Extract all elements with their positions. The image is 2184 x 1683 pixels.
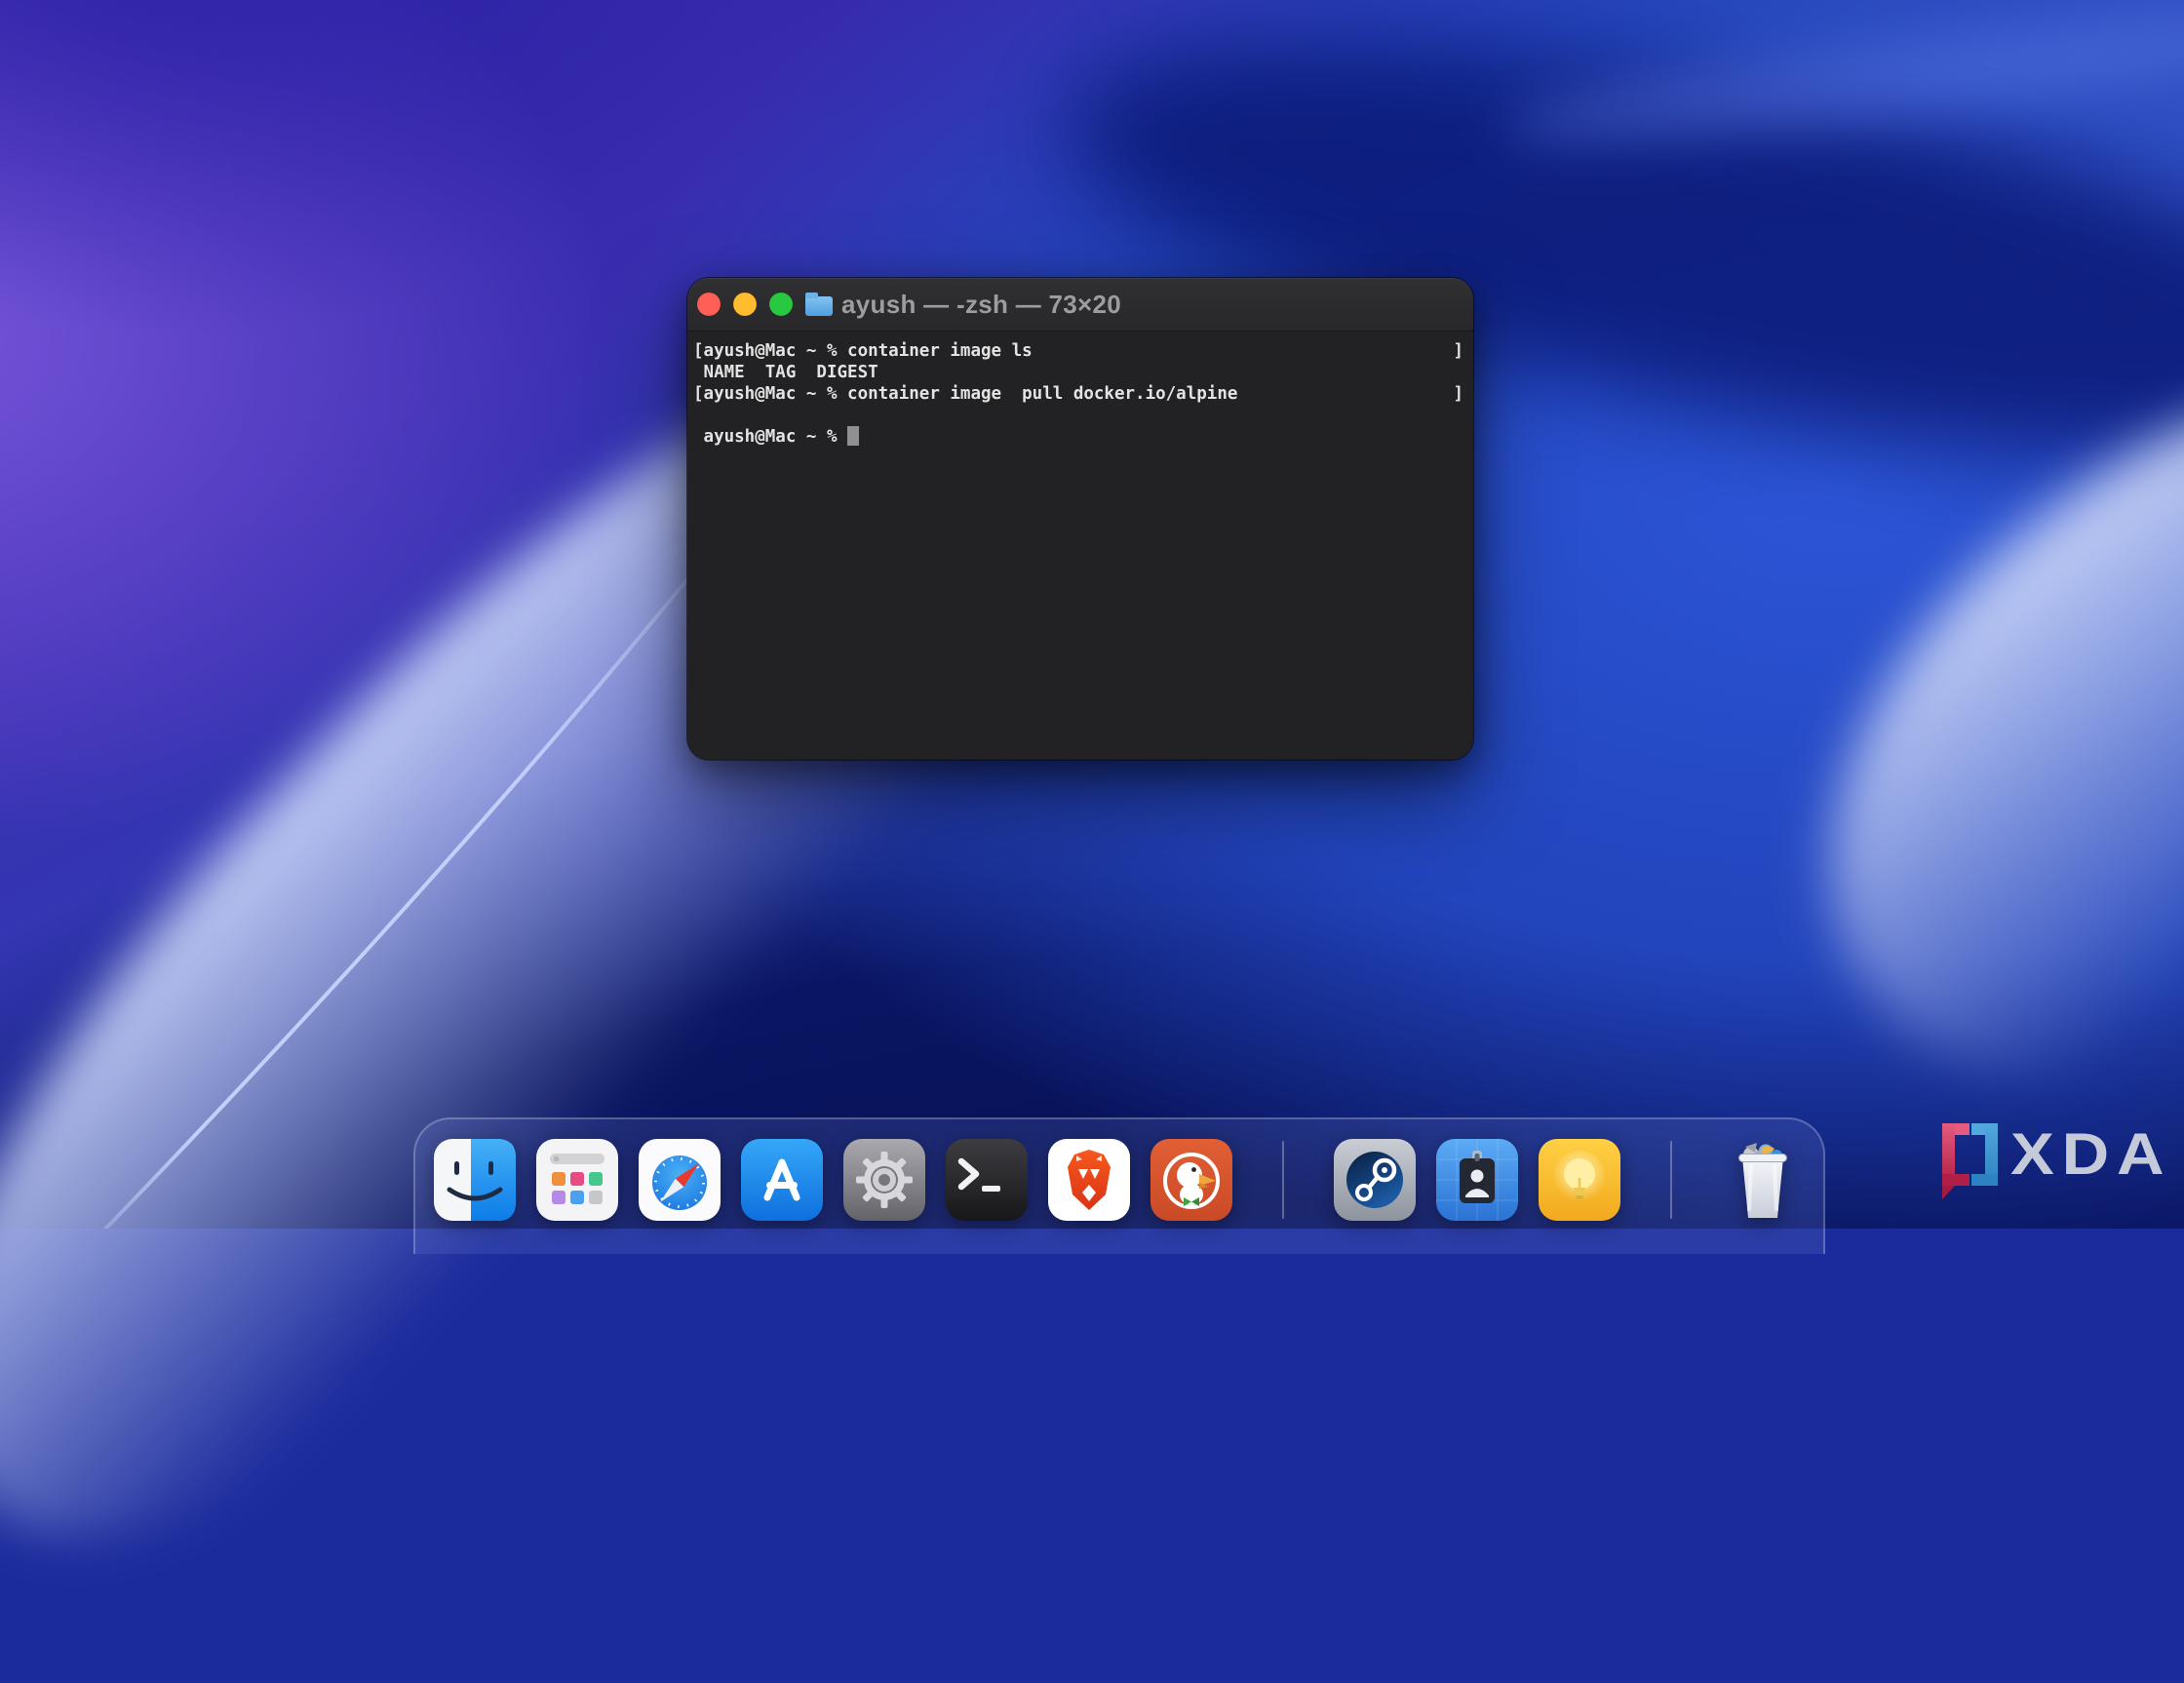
minimize-button[interactable] — [733, 293, 757, 316]
dock-item-lightbulb-notes[interactable] — [1539, 1139, 1620, 1221]
terminal-line: [ayush@Mac ~ % container image pull dock… — [693, 383, 1463, 405]
terminal-line-text: [ayush@Mac ~ % container image ls — [693, 341, 1033, 361]
dock-separator — [1670, 1141, 1672, 1219]
close-button[interactable] — [697, 293, 721, 316]
dock-item-steam[interactable] — [1334, 1139, 1416, 1221]
id-badge-icon — [1436, 1139, 1518, 1221]
terminal-line: [ayush@Mac ~ % container image ls] — [693, 340, 1463, 362]
dock-item-app-store[interactable] — [741, 1139, 823, 1221]
safari-icon — [639, 1139, 721, 1221]
xda-brackets-icon — [1942, 1123, 2001, 1192]
dock — [413, 1117, 1825, 1254]
duckduckgo-icon — [1150, 1139, 1232, 1221]
folder-icon — [805, 296, 833, 316]
lightbulb-icon — [1539, 1139, 1620, 1221]
terminal-line-mark: ] — [1453, 383, 1463, 405]
terminal-window: ayush — -zsh — 73×20 [ayush@Mac ~ % cont… — [687, 278, 1473, 760]
titlebar-proxy-group: ayush — -zsh — 73×20 — [805, 278, 1121, 331]
terminal-line — [693, 405, 1463, 426]
zoom-button[interactable] — [769, 293, 793, 316]
terminal-line-text: [ayush@Mac ~ % container image pull dock… — [693, 384, 1237, 404]
dock-item-brave[interactable] — [1048, 1139, 1130, 1221]
terminal-line-text: ayush@Mac ~ % — [693, 427, 847, 447]
terminal-line: NAME TAG DIGEST — [693, 362, 1463, 383]
gear-icon — [843, 1139, 925, 1221]
dock-item-terminal[interactable] — [946, 1139, 1028, 1221]
dock-item-finder[interactable] — [434, 1139, 516, 1221]
dock-item-id-badge-app[interactable] — [1436, 1139, 1518, 1221]
trash-full-icon — [1722, 1139, 1804, 1221]
terminal-cursor — [847, 426, 859, 446]
dock-separator — [1282, 1141, 1284, 1219]
dock-item-trash[interactable] — [1722, 1139, 1804, 1221]
terminal-line: ayush@Mac ~ % — [693, 426, 1463, 448]
dock-item-safari[interactable] — [639, 1139, 721, 1221]
dock-item-launchpad[interactable] — [536, 1139, 618, 1221]
window-controls — [697, 293, 793, 316]
window-title: ayush — -zsh — 73×20 — [841, 290, 1121, 320]
xda-watermark: XDA — [1942, 1123, 2155, 1192]
steam-icon — [1334, 1139, 1416, 1221]
app-store-icon — [741, 1139, 823, 1221]
dock-item-system-settings[interactable] — [843, 1139, 925, 1221]
dock-item-duckduckgo[interactable] — [1150, 1139, 1232, 1221]
finder-icon — [434, 1139, 516, 1221]
xda-logo-text: XDA — [2010, 1123, 2171, 1186]
terminal-app-icon — [946, 1139, 1028, 1221]
terminal-line-mark: ] — [1453, 340, 1463, 362]
brave-lion-icon — [1048, 1139, 1130, 1221]
launchpad-icon — [536, 1139, 618, 1221]
terminal-titlebar[interactable]: ayush — -zsh — 73×20 — [687, 278, 1473, 332]
terminal-line-text: NAME TAG DIGEST — [693, 363, 878, 382]
terminal-content[interactable]: [ayush@Mac ~ % container image ls] NAME … — [687, 332, 1473, 448]
